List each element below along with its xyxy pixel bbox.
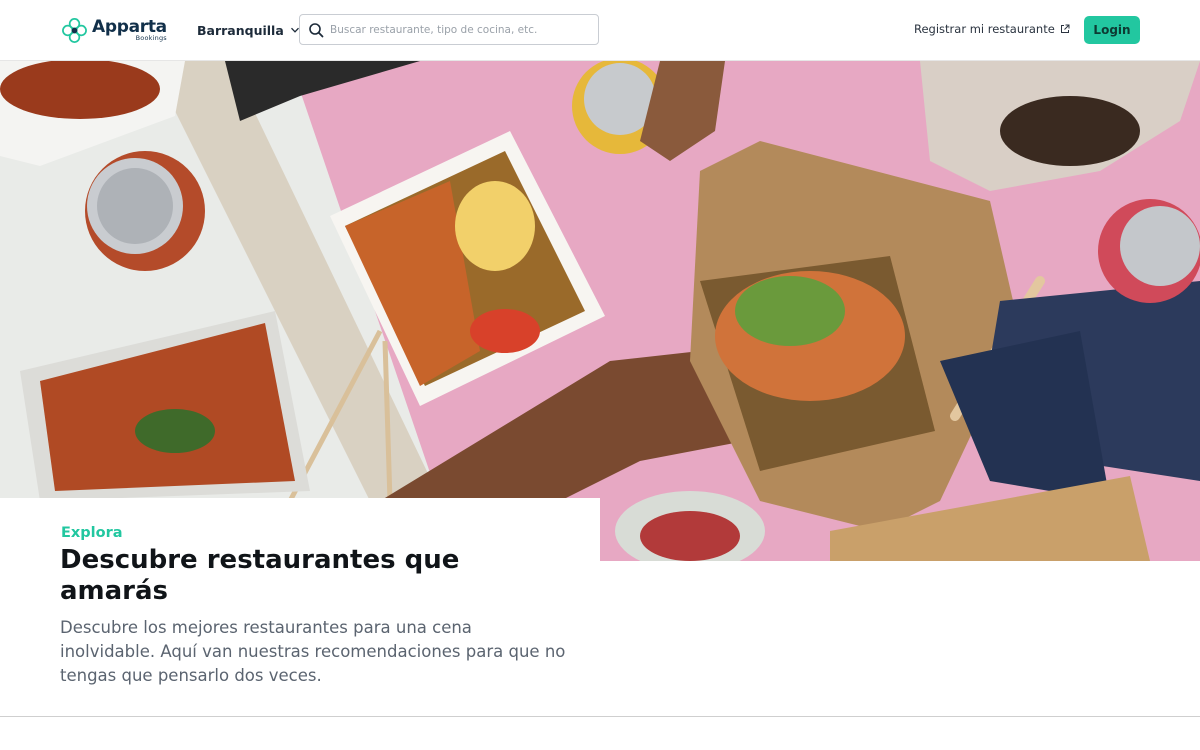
search-input[interactable]: [330, 18, 580, 41]
top-navbar: Apparta Bookings Barranquilla Registrar …: [0, 0, 1200, 61]
section-eyebrow: Explora: [61, 525, 123, 541]
brand-sub: Bookings: [135, 33, 167, 42]
apparta-logo-icon: [62, 17, 87, 43]
login-button[interactable]: Login: [1084, 16, 1140, 44]
external-link-icon: [1060, 24, 1070, 33]
page-title: Descubre restaurantes que amarás: [60, 545, 460, 606]
page-description: Descubre los mejores restaurantes para u…: [60, 618, 566, 685]
brand-logo[interactable]: Apparta Bookings: [61, 15, 167, 45]
section-divider: [0, 716, 1200, 717]
hero-banner: [0, 61, 1200, 561]
search-icon: [309, 22, 324, 37]
register-restaurant-label: Registrar mi restaurante: [914, 22, 1055, 36]
city-label: Barranquilla: [197, 22, 284, 38]
city-selector[interactable]: Barranquilla: [197, 21, 300, 39]
register-restaurant-link[interactable]: Registrar mi restaurante: [914, 22, 1070, 36]
search-box[interactable]: [299, 14, 599, 45]
food-table-photo: [0, 61, 1200, 561]
